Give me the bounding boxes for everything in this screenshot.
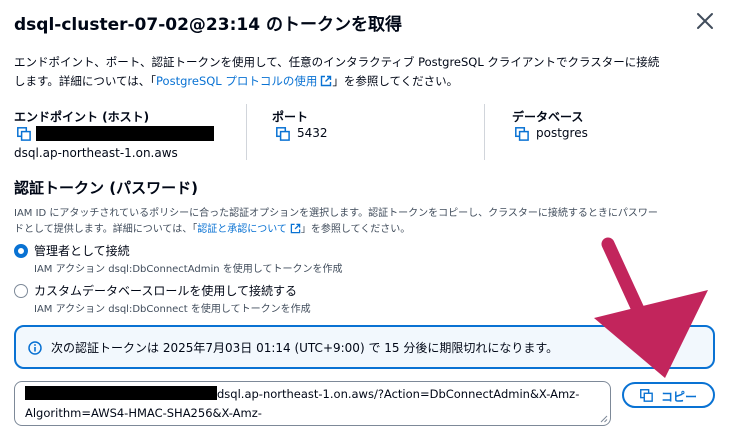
expiry-info-text: 次の認証トークンは 2025年7月03日 01:14 (UTC+9:00) で … — [51, 341, 559, 355]
port-label: ポート — [272, 110, 309, 124]
database-label: データベース — [512, 110, 584, 124]
description-line1: エンドポイント、ポート、認証トークンを使用して、任意のインタラクティブ Post… — [14, 55, 660, 69]
column-divider — [246, 104, 247, 160]
external-link-icon — [290, 223, 301, 240]
copy-database-icon[interactable] — [515, 127, 529, 141]
token-line2: Algorithm=AWS4-HMAC-SHA256&X-Amz- — [25, 406, 262, 420]
endpoint-label: エンドポイント (ホスト) — [14, 110, 150, 124]
postgresql-protocol-link[interactable]: PostgreSQL プロトコルの使用 — [156, 74, 332, 88]
redacted-endpoint-prefix — [36, 126, 214, 141]
radio-custom-label: カスタムデータベースロールを使用して接続する — [34, 284, 298, 298]
radio-custom-desc: IAM アクション dsql:DbConnect を使用してトークンを作成 — [34, 304, 311, 315]
auth-token-title: 認証トークン (パスワード) — [14, 179, 198, 197]
copy-endpoint-icon[interactable] — [17, 127, 31, 141]
auth-desc-line2-prefix: ドとして提供します。詳細については、「 — [14, 224, 198, 235]
port-value: 5432 — [297, 126, 328, 140]
radio-admin-desc: IAM アクション dsql:DbConnectAdmin を使用してトークンを… — [34, 264, 343, 275]
auth-desc-line1: IAM ID にアタッチされているポリシーに合った認証オプションを選択します。認… — [14, 208, 658, 219]
description-line2-prefix: します。詳細については、「 — [14, 74, 157, 88]
copy-button-label: コピー — [661, 390, 698, 404]
token-dialog: dsql-cluster-07-02@23:14 のトークンを取得 エンドポイン… — [0, 0, 729, 439]
radio-button-unselected[interactable] — [14, 284, 28, 298]
database-value: postgres — [536, 126, 588, 140]
auth-desc-line2-suffix: 」を参照してください。 — [300, 224, 411, 235]
close-icon[interactable] — [694, 10, 716, 32]
redacted-token-prefix — [25, 386, 217, 400]
auth-token-textarea[interactable]: dsql.ap-northeast-1.on.aws/?Action=DbCon… — [14, 381, 611, 426]
token-line1: dsql.ap-northeast-1.on.aws/?Action=DbCon… — [217, 387, 580, 401]
postgresql-protocol-link-text[interactable]: PostgreSQL プロトコルの使用 — [156, 74, 317, 88]
column-divider — [484, 104, 485, 160]
auth-token-text[interactable]: dsql.ap-northeast-1.on.aws/?Action=DbCon… — [25, 385, 605, 423]
resize-handle-icon[interactable] — [600, 415, 608, 423]
external-link-icon — [320, 74, 332, 93]
dialog-title: dsql-cluster-07-02@23:14 のトークンを取得 — [14, 15, 402, 35]
expiry-info-alert: 次の認証トークンは 2025年7月03日 01:14 (UTC+9:00) で … — [14, 325, 715, 369]
info-icon — [28, 340, 42, 355]
auth-and-authz-link[interactable]: 認証と承認について — [197, 223, 301, 235]
copy-icon — [640, 389, 653, 402]
dialog-description: エンドポイント、ポート、認証トークンを使用して、任意のインタラクティブ Post… — [14, 53, 719, 93]
copy-token-button[interactable]: コピー — [622, 382, 715, 408]
endpoint-value: dsql.ap-northeast-1.on.aws — [14, 146, 178, 160]
copy-port-icon[interactable] — [276, 127, 290, 141]
description-line2-suffix: 」を参照してください。 — [332, 74, 459, 88]
radio-admin-label: 管理者として接続 — [34, 244, 130, 258]
radio-button-selected[interactable] — [14, 244, 28, 258]
auth-and-authz-link-text[interactable]: 認証と承認について — [197, 224, 287, 235]
auth-token-description: IAM ID にアタッチされているポリシーに合った認証オプションを選択します。認… — [14, 206, 714, 240]
